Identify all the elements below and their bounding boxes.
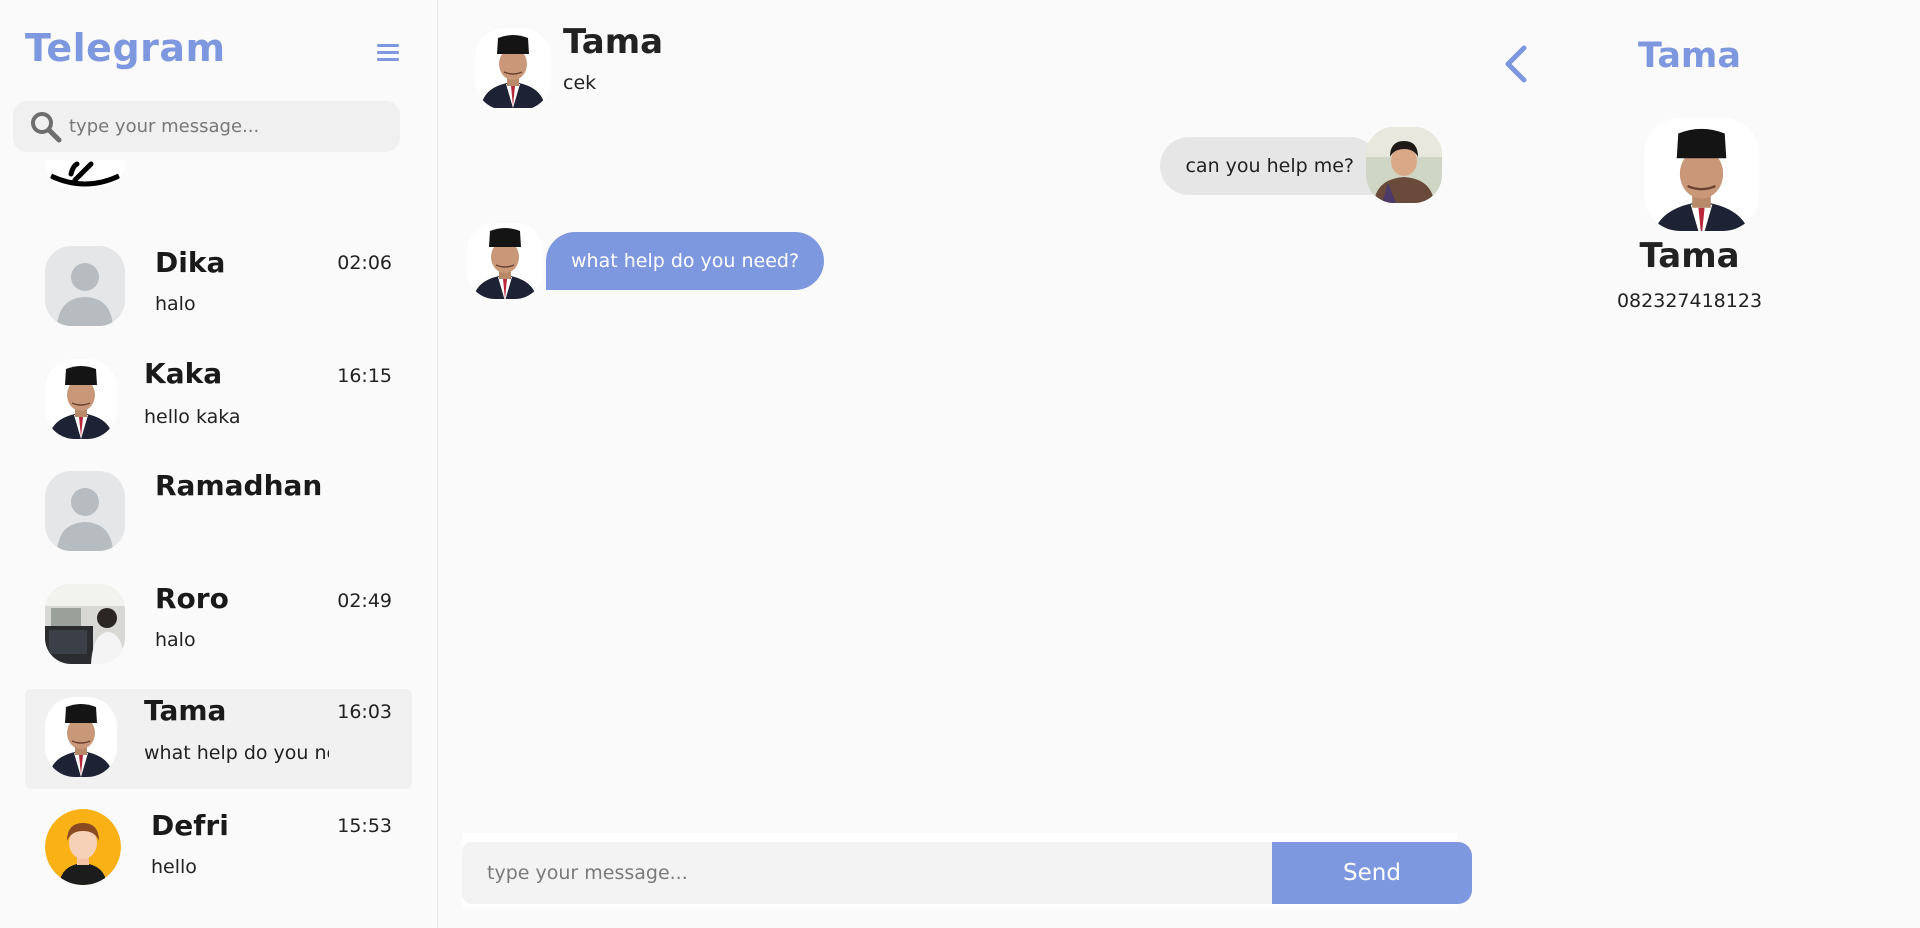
profile-name: Tama <box>1639 236 1740 276</box>
contact-item-ramadhan[interactable]: Ramadhan <box>25 463 412 563</box>
contact-avatar <box>45 359 117 439</box>
contact-last-message: halo <box>155 629 196 651</box>
contact-name: Tama <box>144 694 227 727</box>
contact-last-message: halo <box>155 293 196 315</box>
chat-header[interactable]: Tama cek <box>475 22 1075 112</box>
message-avatar-self <box>1366 127 1442 203</box>
contact-avatar <box>45 584 125 664</box>
contact-name: Dika <box>155 246 226 279</box>
contact-last-message: hello kaka <box>144 406 241 428</box>
contact-item-tama[interactable]: Tama what help do you need? 16:03 <box>25 689 412 789</box>
hamburger-menu-icon[interactable] <box>377 44 399 61</box>
search-icon <box>31 111 62 142</box>
contact-name: Kaka <box>144 357 223 390</box>
profile-title: Tama <box>1637 36 1742 76</box>
contact-time: 15:53 <box>337 815 392 837</box>
profile-avatar <box>1644 118 1759 231</box>
contact-time: 02:06 <box>337 252 392 274</box>
send-button[interactable]: Send <box>1272 842 1472 904</box>
contact-avatar <box>45 160 125 188</box>
contact-avatar <box>45 471 125 551</box>
contact-item-roro[interactable]: Roro halo 02:49 <box>25 576 412 676</box>
chat-area: Tama cek can you help me? what help do y… <box>439 0 1472 928</box>
message-composer: Send <box>462 833 1472 907</box>
message-input[interactable] <box>487 862 1247 884</box>
contact-avatar <box>45 246 125 326</box>
contact-item-defri[interactable]: Defri hello 15:53 <box>25 801 412 901</box>
contact-avatar <box>45 697 117 777</box>
search-bar <box>13 101 400 152</box>
contact-last-message: hello <box>151 856 197 878</box>
search-input[interactable] <box>69 116 369 137</box>
profile-phone: 082327418123 <box>1616 290 1763 312</box>
chat-header-avatar <box>475 28 551 110</box>
chat-header-name: Tama <box>563 22 664 62</box>
contact-avatar <box>45 809 121 885</box>
contact-list: Dika halo 02:06 Kaka hello kaka 16:15 Ra… <box>0 160 437 928</box>
contact-item-dika[interactable]: Dika halo 02:06 <box>25 238 412 338</box>
contact-item-kaka[interactable]: Kaka hello kaka 16:15 <box>25 351 412 451</box>
contact-time: 16:15 <box>337 365 392 387</box>
message-bubble-incoming: what help do you need? <box>546 232 825 290</box>
app-title: Telegram <box>25 26 226 70</box>
sidebar: Telegram Dika <box>0 0 438 928</box>
contact-name: Defri <box>151 809 229 842</box>
contact-name: Roro <box>155 582 229 615</box>
contact-time: 02:49 <box>337 590 392 612</box>
chat-header-status: cek <box>563 72 597 94</box>
contact-name: Ramadhan <box>155 469 323 502</box>
message-field <box>462 842 1272 904</box>
contact-item-partial[interactable] <box>25 160 412 200</box>
contact-last-message: what help do you need? <box>144 742 329 764</box>
profile-panel: Tama Tama 082327418123 <box>1459 0 1920 928</box>
message-avatar-contact <box>467 223 543 299</box>
message-bubble-outgoing: can you help me? <box>1160 137 1379 195</box>
contact-time: 16:03 <box>337 701 392 723</box>
